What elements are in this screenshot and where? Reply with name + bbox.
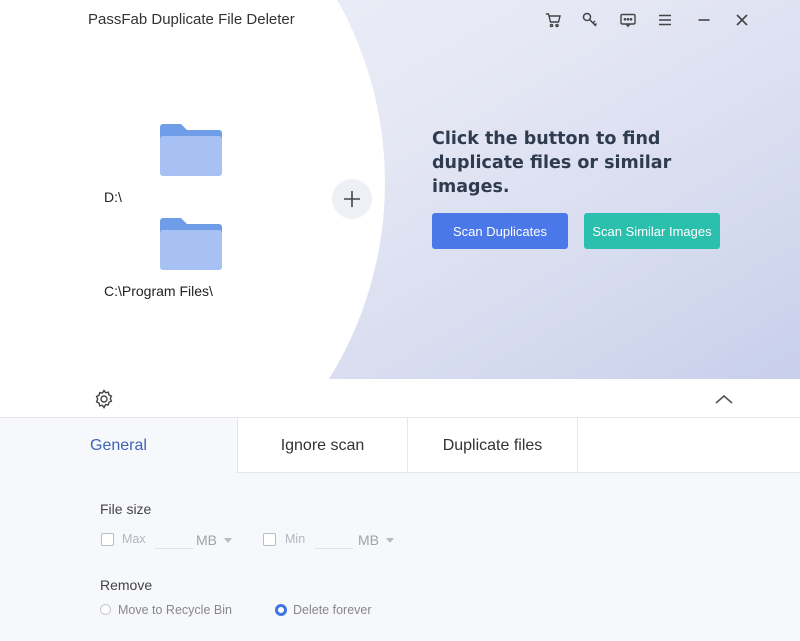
minimize-icon[interactable] xyxy=(693,9,715,31)
feedback-icon[interactable] xyxy=(617,9,639,31)
tab-divider xyxy=(577,418,578,473)
scan-area: PassFab Duplicate File Deleter D:\ C:\Pr… xyxy=(0,0,800,379)
gear-icon[interactable] xyxy=(93,388,115,410)
max-size-input[interactable] xyxy=(155,529,193,549)
chevron-up-icon[interactable] xyxy=(713,390,735,408)
folder-path-label: D:\ xyxy=(104,189,122,205)
folder-path-label: C:\Program Files\ xyxy=(104,283,213,299)
min-size-label: Min xyxy=(285,532,306,546)
tab-general[interactable]: General xyxy=(0,418,237,473)
max-unit-label: MB xyxy=(196,532,217,548)
plus-icon xyxy=(344,191,360,207)
key-icon[interactable] xyxy=(579,9,601,31)
min-unit-label: MB xyxy=(358,532,379,548)
remove-heading: Remove xyxy=(100,577,153,593)
max-size-checkbox[interactable] xyxy=(101,533,114,546)
delete-forever-radio[interactable] xyxy=(275,604,287,616)
instruction-headline: Click the button to find duplicate files… xyxy=(432,129,672,197)
folder-icon[interactable] xyxy=(158,123,224,177)
settings-tabs: General Ignore scan Duplicate files xyxy=(0,418,800,473)
min-size-checkbox[interactable] xyxy=(263,533,276,546)
min-size-input[interactable] xyxy=(315,529,353,549)
file-size-heading: File size xyxy=(100,501,152,517)
max-size-label: Max xyxy=(122,532,146,546)
titlebar-controls xyxy=(537,9,767,31)
tab-ignore-scan[interactable]: Ignore scan xyxy=(238,418,407,473)
app-title: PassFab Duplicate File Deleter xyxy=(88,11,295,28)
folder-icon[interactable] xyxy=(158,217,224,271)
recycle-bin-label[interactable]: Move to Recycle Bin xyxy=(118,603,232,617)
settings-bar xyxy=(0,379,800,418)
tab-duplicate-files[interactable]: Duplicate files xyxy=(408,418,577,473)
cart-icon[interactable] xyxy=(542,9,564,31)
menu-icon[interactable] xyxy=(654,9,676,31)
general-settings-panel: File size Max MB Min MB Remove Move to R… xyxy=(0,473,800,641)
scan-similar-images-button[interactable]: Scan Similar Images xyxy=(584,213,720,249)
delete-forever-label[interactable]: Delete forever xyxy=(293,603,372,617)
min-unit-dropdown[interactable] xyxy=(386,538,394,543)
recycle-bin-radio[interactable] xyxy=(100,604,111,615)
max-unit-dropdown[interactable] xyxy=(224,538,232,543)
close-icon[interactable] xyxy=(731,9,753,31)
folder-panel-background xyxy=(0,0,385,379)
add-folder-button[interactable] xyxy=(332,179,372,219)
scan-duplicates-button[interactable]: Scan Duplicates xyxy=(432,213,568,249)
